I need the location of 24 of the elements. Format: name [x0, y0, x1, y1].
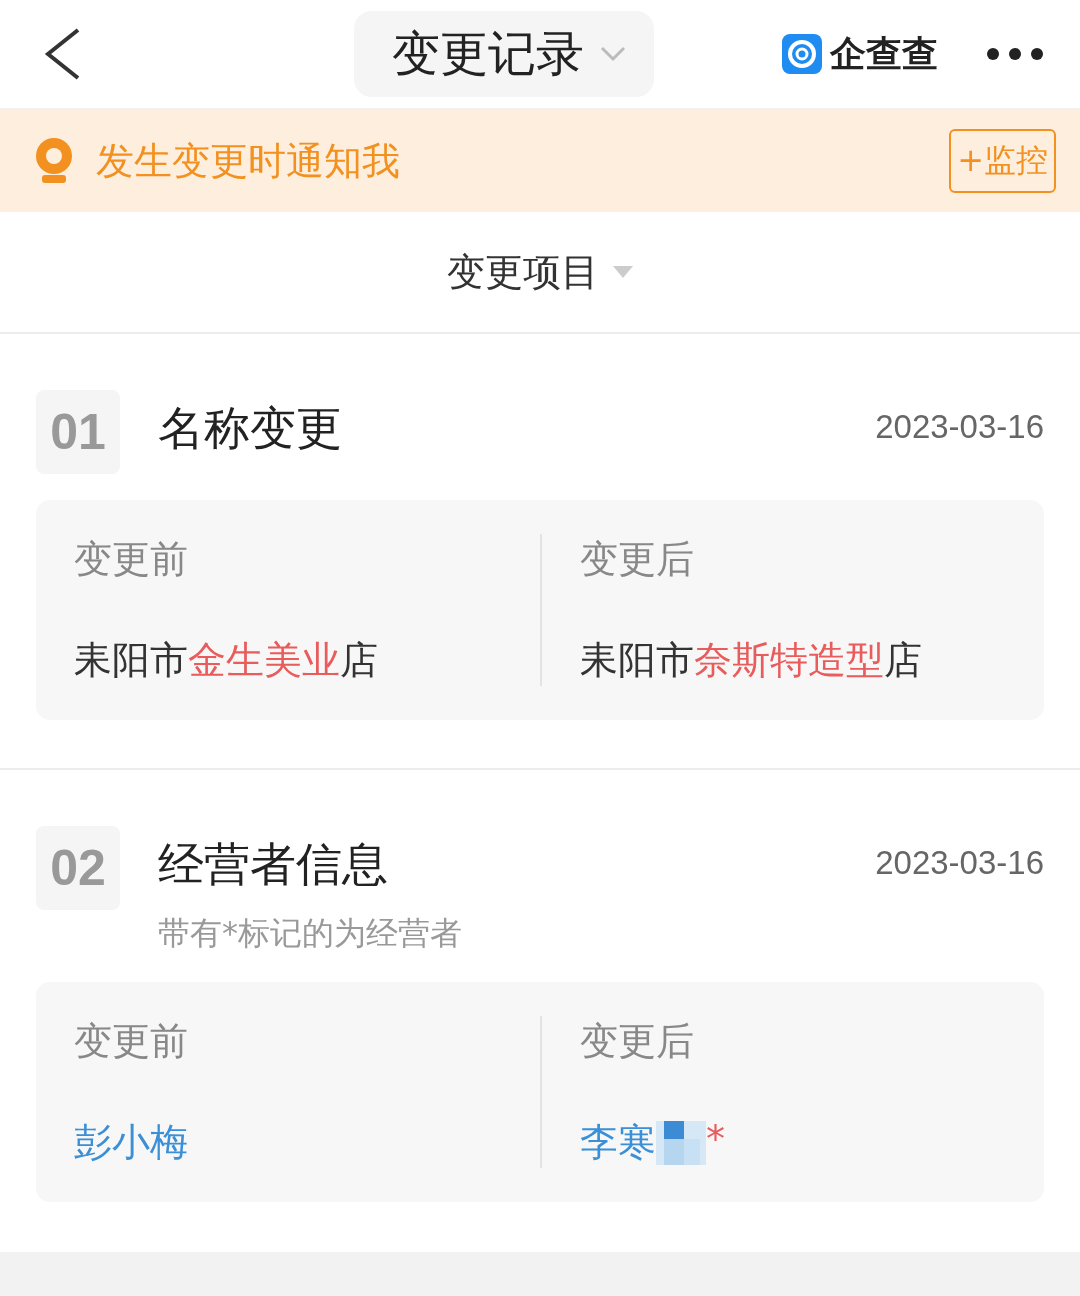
more-icon[interactable] [986, 47, 1044, 61]
person-name[interactable]: 李寒 * [580, 1117, 1044, 1168]
column-label: 变更后 [580, 536, 695, 583]
index-number: 01 [36, 390, 120, 474]
record-note: 带有*标记的为经营者 [158, 913, 463, 954]
company-name: 耒阳市奈斯特造型店 [580, 637, 923, 684]
record-title: 经营者信息 [158, 836, 389, 893]
logo-icon [782, 34, 822, 74]
company-name: 耒阳市金生美业店 [74, 637, 379, 684]
record-date: 2023-03-16 [875, 407, 1044, 446]
notice-text: 发生变更时通知我 [96, 137, 401, 185]
record-title: 名称变更 [158, 400, 343, 457]
title-dropdown[interactable]: 变更记录 [354, 11, 654, 97]
brand-name: 企查查 [830, 31, 938, 76]
monitor-button[interactable]: +监控 [949, 129, 1056, 193]
index-number: 02 [36, 826, 120, 910]
column-label: 变更前 [74, 1018, 189, 1065]
caret-icon [613, 266, 633, 278]
record-date: 2023-03-16 [875, 843, 1044, 882]
column-label: 变更前 [74, 536, 189, 583]
caret-icon [600, 46, 626, 62]
person-name[interactable]: 彭小梅 [74, 1117, 540, 1168]
column-label: 变更后 [580, 1018, 695, 1065]
filter-dropdown[interactable]: 变更项目 [447, 246, 599, 298]
